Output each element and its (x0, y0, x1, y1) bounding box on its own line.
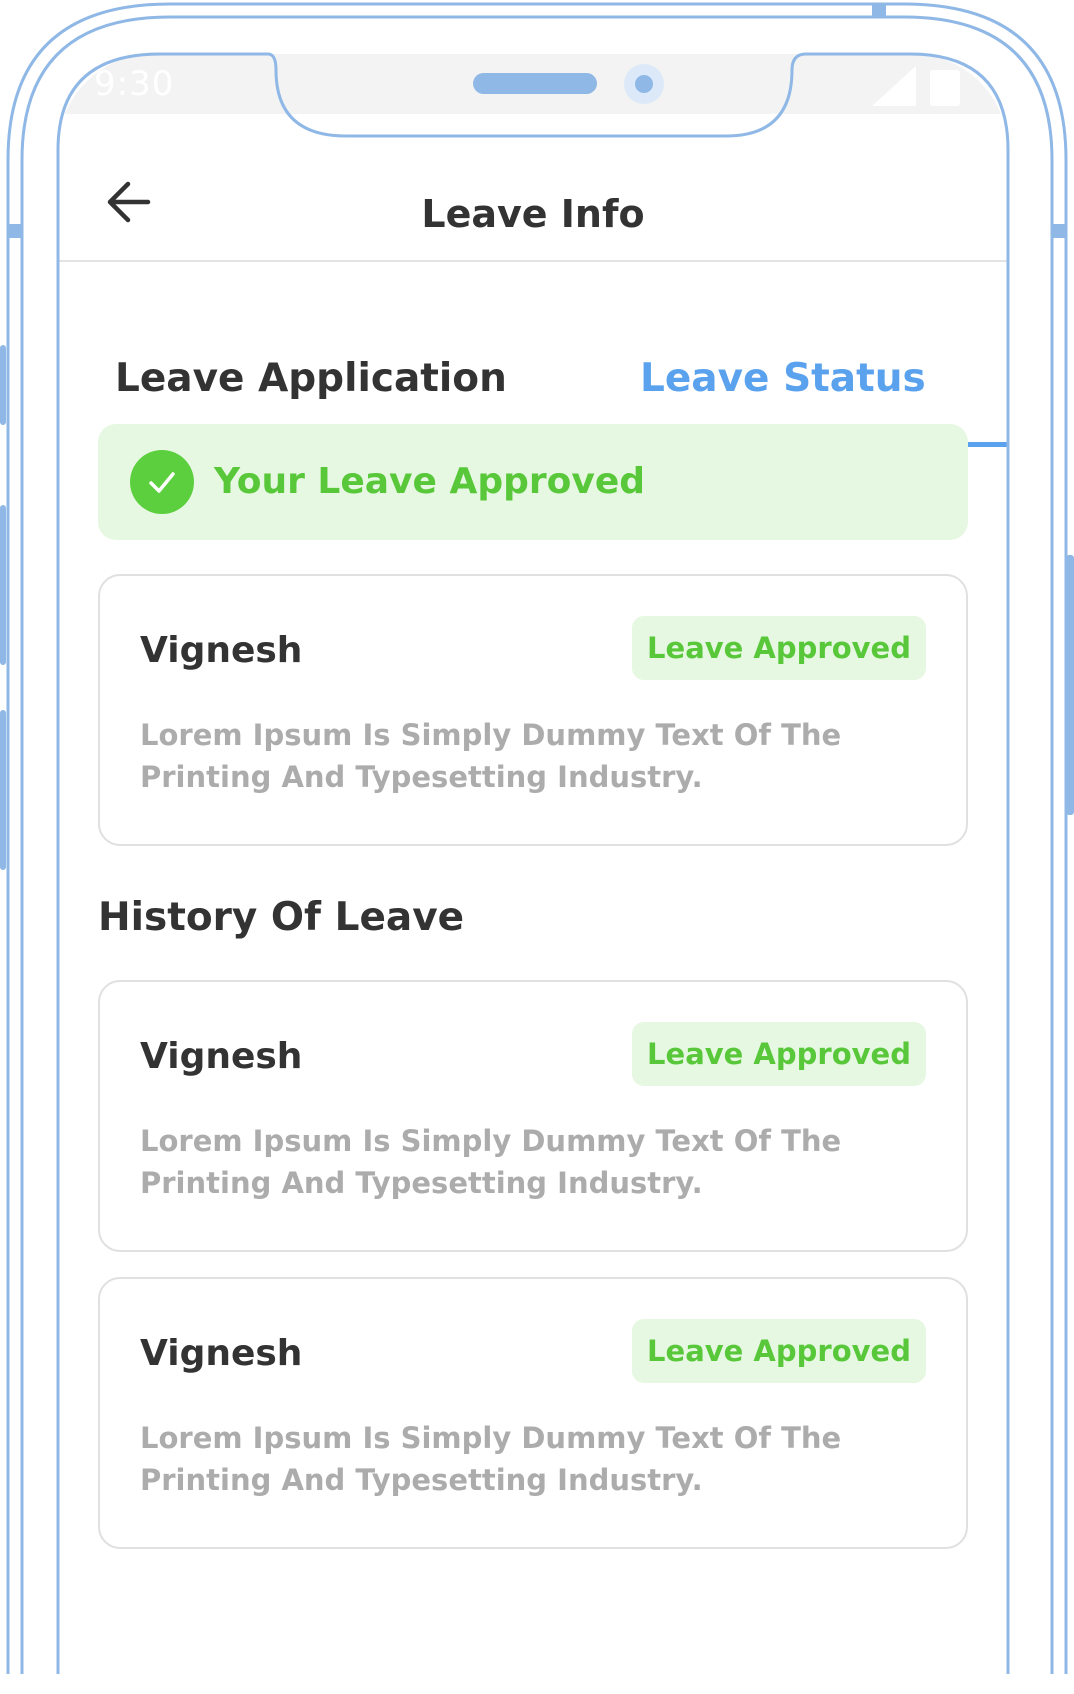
tab-label: Leave Application (115, 356, 507, 401)
app-header: Leave Info (58, 114, 1008, 262)
banner-text: Your Leave Approved (214, 461, 646, 502)
leave-description: Lorem Ipsum Is Simply Dummy Text Of The … (140, 1421, 842, 1497)
employee-name: Vignesh (140, 630, 303, 671)
signal-icon (872, 66, 916, 106)
status-time: 9:30 (94, 64, 175, 104)
check-circle-icon (130, 450, 194, 514)
page-title: Leave Info (421, 192, 645, 236)
status-bar: 9:30 (58, 54, 1008, 114)
employee-name: Vignesh (140, 1333, 303, 1374)
status-icons (872, 66, 960, 106)
status-badge: Leave Approved (632, 616, 926, 680)
history-section-title: History Of Leave (98, 895, 465, 940)
tab-bar: Leave Application Leave Status (58, 262, 1008, 447)
status-badge: Leave Approved (632, 1319, 926, 1383)
battery-icon (930, 70, 960, 106)
tab-leave-status[interactable]: Leave Status (533, 262, 1008, 447)
current-leave-card[interactable]: Vignesh Leave Approved Lorem Ipsum Is Si… (98, 574, 968, 846)
status-badge: Leave Approved (632, 1022, 926, 1086)
tab-label: Leave Status (640, 356, 926, 401)
history-item-card[interactable]: Vignesh Leave Approved Lorem Ipsum Is Si… (98, 980, 968, 1252)
tab-leave-application[interactable]: Leave Application (58, 262, 533, 446)
employee-name: Vignesh (140, 1036, 303, 1077)
leave-description: Lorem Ipsum Is Simply Dummy Text Of The … (140, 718, 842, 794)
history-item-card[interactable]: Vignesh Leave Approved Lorem Ipsum Is Si… (98, 1277, 968, 1549)
approval-banner: Your Leave Approved (98, 424, 968, 540)
app-screen: 9:30 Leave Info Leave Application Leave … (58, 54, 1008, 1694)
leave-description: Lorem Ipsum Is Simply Dummy Text Of The … (140, 1124, 842, 1200)
